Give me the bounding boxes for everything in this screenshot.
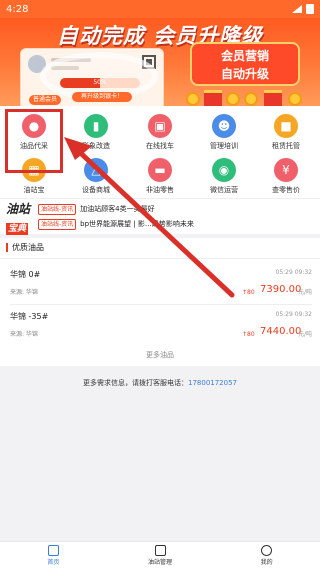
product-price: 7390.00 xyxy=(260,284,302,295)
news-text: bp世界能源展望 | 影…趋势影响未来 xyxy=(80,220,194,228)
person-icon: ☻ xyxy=(212,114,236,138)
progress-text: 50% xyxy=(93,79,107,86)
coin-icon xyxy=(226,92,240,106)
status-bar: 4:28 xyxy=(0,0,320,18)
product-source: 来源: 华锦 xyxy=(10,331,38,338)
tab-station-management[interactable]: 油站管理 xyxy=(107,542,214,568)
promo-box: 会员营销 自动升级 xyxy=(190,42,300,86)
tab-label: 首页 xyxy=(47,559,60,566)
signal-icon xyxy=(292,5,302,13)
news-item[interactable]: 油站线-资讯 bp世界能源展望 | 影…趋势影响未来 xyxy=(38,218,194,230)
product-price: 7440.00 xyxy=(260,326,302,337)
product-name: 华锦 0# xyxy=(10,270,41,279)
gas-pump-icon: ▮ xyxy=(84,114,108,138)
service-label: 形象改造 xyxy=(82,142,110,150)
news-logo: 油站 宝典 xyxy=(6,202,32,235)
service-retail-price[interactable]: ¥ 查零售价 xyxy=(254,158,318,198)
tab-profile[interactable]: 我的 xyxy=(213,542,320,568)
station-icon xyxy=(154,545,166,556)
service-image-renovation[interactable]: ▮ 形象改造 xyxy=(64,114,128,154)
service-wechat-operation[interactable]: ◉ 微信运营 xyxy=(192,158,256,198)
annotation-highlight-box xyxy=(5,109,63,173)
coins-decoration xyxy=(182,84,312,106)
product-time: 05:29 09:32 xyxy=(275,311,313,318)
service-training[interactable]: ☻ 管理培训 xyxy=(192,114,256,154)
divider xyxy=(10,304,312,305)
promo-line-1: 会员营销 xyxy=(220,49,269,63)
news-item[interactable]: 油站线-资讯 加油站顾客4类一类最好 xyxy=(38,203,155,215)
section-header: 优质油品 xyxy=(6,242,44,253)
status-time: 4:28 xyxy=(6,3,29,15)
service-non-oil-retail[interactable]: ▬ 非油零售 xyxy=(128,158,192,198)
home-icon xyxy=(47,545,59,556)
quality-oil-section: 优质油品 华锦 0# 05:29 09:32 来源: 华锦 ↑80 7390.0… xyxy=(0,238,320,366)
tab-label: 油站管理 xyxy=(148,559,173,566)
product-name: 华锦 -35# xyxy=(10,312,49,321)
price-unit: 元/吨 xyxy=(297,331,312,338)
user-icon xyxy=(261,545,273,556)
news-tag: 油站线-资讯 xyxy=(38,218,77,230)
service-label: 管理培训 xyxy=(210,142,238,150)
service-lease-custody[interactable]: ■ 租赁托管 xyxy=(254,114,318,154)
more-oil-link[interactable]: 更多油品 xyxy=(0,350,320,360)
battery-icon xyxy=(306,4,314,14)
service-label: 油站宝 xyxy=(23,186,45,194)
news-logo-line-1: 油站 xyxy=(6,202,31,216)
gift-icon xyxy=(204,90,222,106)
service-label: 非油零售 xyxy=(146,186,174,194)
price-unit: 元/吨 xyxy=(297,289,312,296)
product-source: 来源: 华锦 xyxy=(10,289,38,296)
briefcase-icon: ■ xyxy=(274,114,298,138)
contact-info: 更多需求信息，请拨打客服电话：17800172057 xyxy=(0,378,320,388)
service-label: 查零售价 xyxy=(272,186,300,194)
bottom-tab-bar: 首页 油站管理 我的 xyxy=(0,541,320,568)
tab-label: 我的 xyxy=(260,559,273,566)
coin-icon xyxy=(244,92,258,106)
section-title: 优质油品 xyxy=(12,243,44,252)
coin-icon xyxy=(288,92,302,106)
news-logo-line-2: 宝典 xyxy=(6,223,29,235)
contact-phone[interactable]: 17800172057 xyxy=(188,379,237,387)
product-time: 05:29 09:32 xyxy=(275,269,313,276)
wallet-icon: ▬ xyxy=(148,158,172,182)
chat-icon: ◉ xyxy=(212,158,236,182)
gift-icon xyxy=(264,90,282,106)
coin-icon: ¥ xyxy=(274,158,298,182)
promo-line-2: 自动升级 xyxy=(220,67,269,81)
coin-icon xyxy=(186,92,200,106)
service-find-truck[interactable]: ▣ 在线找车 xyxy=(128,114,192,154)
news-tag: 油站线-资讯 xyxy=(38,203,77,215)
service-label: 租赁托管 xyxy=(272,142,300,150)
tab-home[interactable]: 首页 xyxy=(0,542,107,568)
news-ticker[interactable]: 油站 宝典 油站线-资讯 加油站顾客4类一类最好 油站线-资讯 bp世界能源展望… xyxy=(0,198,320,235)
product-row[interactable]: 华锦 0# 05:29 09:32 来源: 华锦 ↑80 7390.00 元/吨 xyxy=(0,269,320,309)
section-accent-bar xyxy=(6,243,8,252)
product-row[interactable]: 华锦 -35# 05:29 09:32 来源: 华锦 ↑80 7440.00 元… xyxy=(0,311,320,351)
cart-icon: △ xyxy=(84,158,108,182)
service-label: 设备商城 xyxy=(82,186,110,194)
price-change: ↑80 xyxy=(242,331,255,338)
progress-caption: 再升级到银卡！ xyxy=(72,92,132,102)
service-label: 在线找车 xyxy=(146,142,174,150)
price-change: ↑80 xyxy=(242,289,255,296)
service-label: 微信运营 xyxy=(210,186,238,194)
bus-icon: ▣ xyxy=(148,114,172,138)
divider xyxy=(0,258,320,259)
contact-text: 更多需求信息，请拨打客服电话： xyxy=(83,379,188,387)
news-text: 加油站顾客4类一类最好 xyxy=(80,205,155,213)
promo-banner[interactable]: 自动完成 会员升降级 普通会员 50% 再升级到银卡！ 会员营销 自动升级 xyxy=(0,18,320,106)
service-equipment-mall[interactable]: △ 设备商城 xyxy=(64,158,128,198)
card-level-badge: 普通会员 xyxy=(29,95,61,105)
